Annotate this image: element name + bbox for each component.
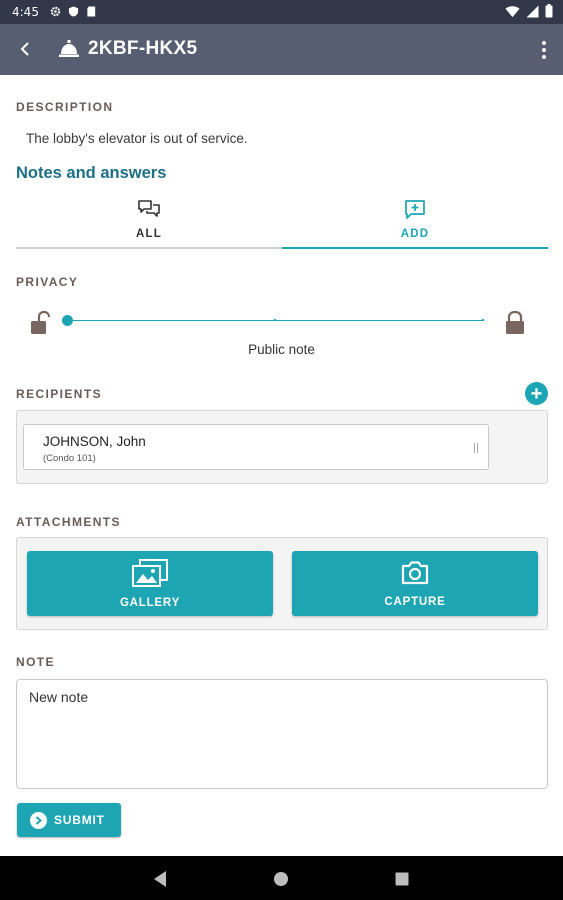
description-label: DESCRIPTION <box>16 100 114 114</box>
nav-recents-icon[interactable] <box>394 870 412 888</box>
service-bell-icon <box>58 39 80 59</box>
overflow-menu-icon[interactable] <box>537 37 551 63</box>
tab-add-label: ADD <box>400 227 430 240</box>
privacy-slider-tick <box>482 319 484 321</box>
lock-open-icon <box>30 310 54 336</box>
note-field <box>16 679 548 789</box>
tab-add[interactable]: ADD <box>282 190 548 248</box>
sd-card-icon <box>86 5 97 17</box>
notes-title: Notes and answers <box>16 164 167 182</box>
gallery-button[interactable]: GALLERY <box>27 551 273 616</box>
add-comment-icon <box>404 199 426 226</box>
tab-all-label: ALL <box>136 227 162 240</box>
description-text: The lobby's elevator is out of service. <box>26 131 248 146</box>
privacy-caption: Public note <box>248 342 315 357</box>
app-bar: 2KBF-HKX5 <box>0 24 563 75</box>
privacy-slider-tick <box>274 319 276 321</box>
recipient-unit: (Condo 101) <box>43 453 96 464</box>
tab-all-underline <box>16 247 282 249</box>
capture-label: CAPTURE <box>384 595 446 608</box>
gallery-label: GALLERY <box>119 596 181 609</box>
arrow-circle-icon <box>30 811 47 829</box>
nav-back-icon[interactable] <box>152 870 170 888</box>
settings-icon <box>50 5 61 17</box>
recipients-label: RECIPIENTS <box>16 387 103 401</box>
tab-add-indicator <box>282 247 548 249</box>
note-input[interactable] <box>29 689 534 779</box>
recipient-name: JOHNSON, John <box>43 434 146 449</box>
notes-tabs: ALL ADD <box>16 190 548 250</box>
shield-icon <box>68 5 79 17</box>
chat-bubbles-icon <box>137 199 161 226</box>
privacy-slider-row <box>30 308 526 336</box>
lock-closed-icon <box>504 310 526 336</box>
wifi-icon <box>505 5 520 21</box>
drag-handle-icon[interactable] <box>474 443 478 453</box>
recipients-panel: JOHNSON, John (Condo 101) <box>16 410 548 484</box>
submit-button[interactable]: SUBMIT <box>17 803 121 837</box>
gallery-icon <box>132 558 168 592</box>
camera-icon <box>400 560 430 591</box>
attachments-label: ATTACHMENTS <box>16 515 121 529</box>
submit-label: SUBMIT <box>54 813 105 827</box>
note-label: NOTE <box>16 655 55 669</box>
privacy-label: PRIVACY <box>16 275 79 289</box>
back-arrow-icon[interactable] <box>12 36 38 62</box>
page-title: 2KBF-HKX5 <box>88 38 198 59</box>
privacy-slider-thumb[interactable] <box>62 315 73 326</box>
system-nav-bar <box>0 856 563 900</box>
tab-all[interactable]: ALL <box>16 190 282 248</box>
plus-circle-icon[interactable]: + <box>525 382 548 405</box>
capture-button[interactable]: CAPTURE <box>292 551 538 616</box>
privacy-slider-track[interactable] <box>68 320 484 321</box>
battery-icon <box>545 4 553 21</box>
signal-icon <box>526 5 539 21</box>
attachments-panel: GALLERY CAPTURE <box>16 537 548 630</box>
nav-home-icon[interactable] <box>273 870 291 888</box>
recipient-item[interactable]: JOHNSON, John (Condo 101) <box>23 424 489 470</box>
status-bar: 4:45 <box>0 0 563 24</box>
status-time: 4:45 <box>12 5 39 19</box>
